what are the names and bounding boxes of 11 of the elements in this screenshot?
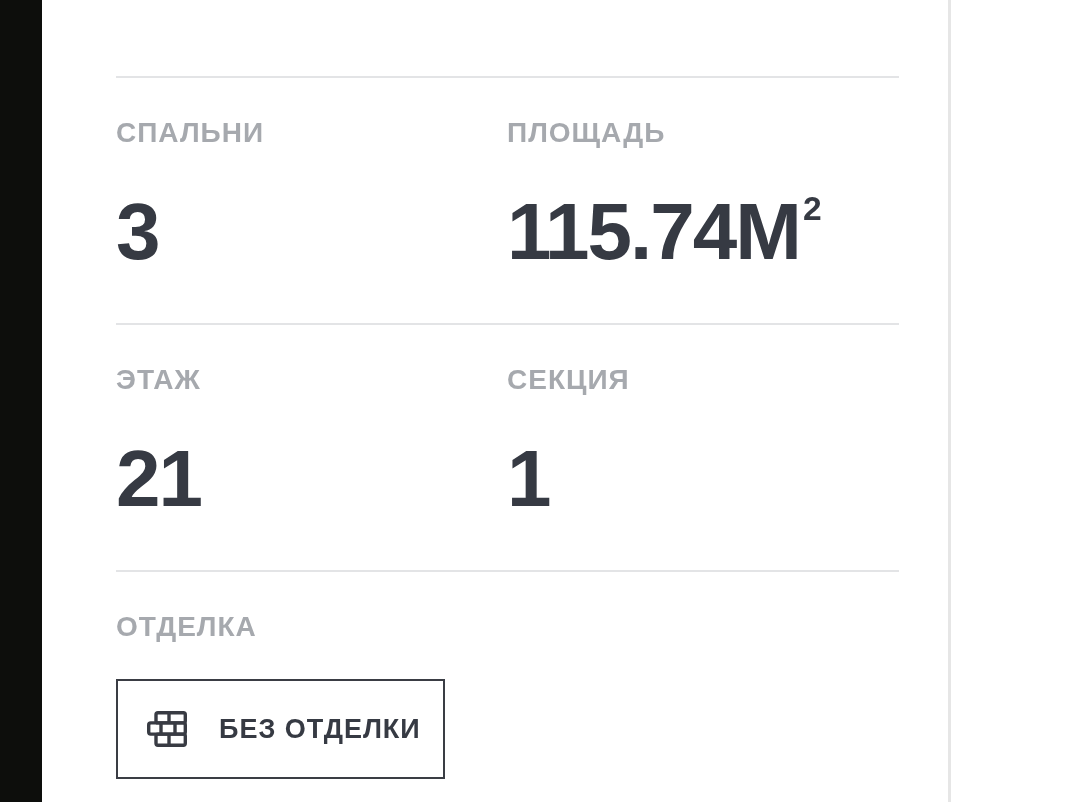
spec-value: 1 [507, 439, 550, 519]
spec-label: СПАЛЬНИ [116, 119, 265, 147]
spec-label: СЕКЦИЯ [507, 366, 630, 394]
spec-value: 21 [116, 439, 201, 519]
brick-wall-icon [147, 711, 187, 747]
spec-label: ПЛОЩАДЬ [507, 119, 666, 147]
spec-label: ЭТАЖ [116, 366, 201, 394]
spec-value: 115.74М$^{2}$ [507, 192, 822, 272]
finish-label: ОТДЕЛКА [116, 613, 257, 641]
spec-value: 3 [116, 192, 159, 272]
finish-tag: БЕЗ ОТДЕЛКИ [116, 679, 445, 779]
